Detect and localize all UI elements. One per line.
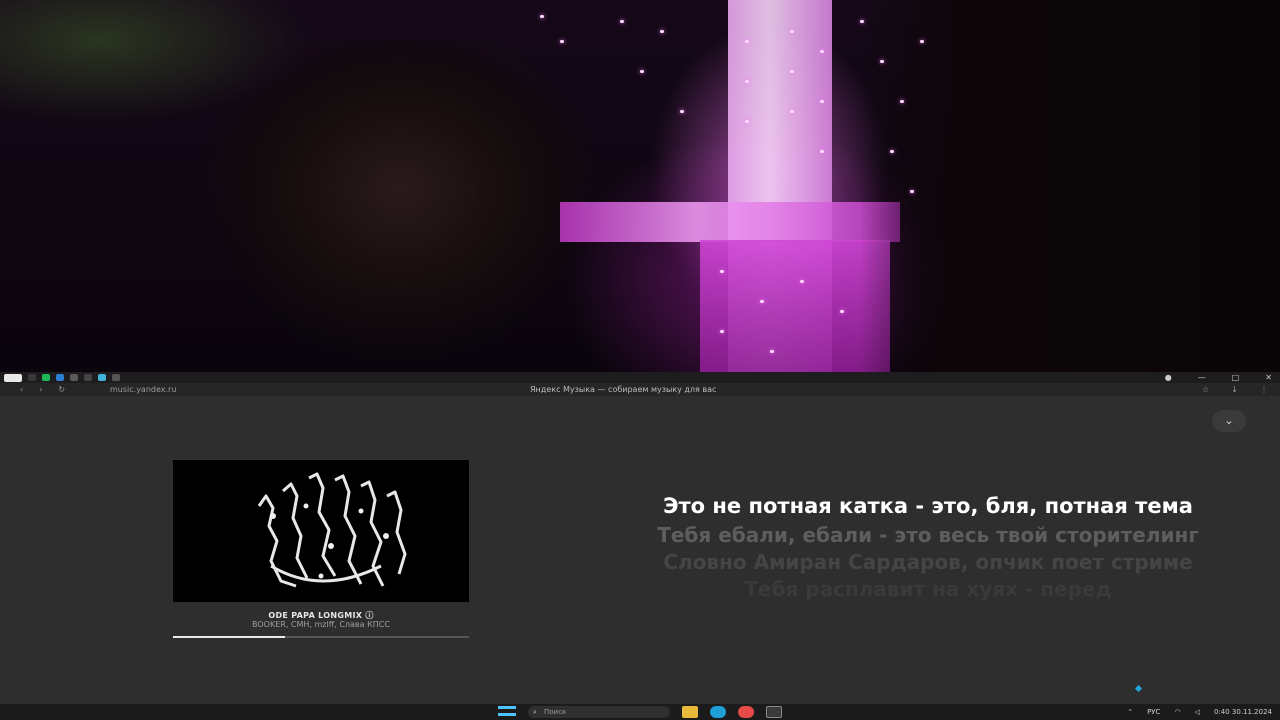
collapse-player-button[interactable]: ⌄ bbox=[1212, 410, 1246, 432]
downloads-icon[interactable]: ↓ bbox=[1231, 385, 1238, 394]
browser-addressbar: ‹ › ↻ music.yandex.ru Яндекс Музыка — со… bbox=[0, 383, 1280, 396]
system-tray: ⌃ РУС ◠ ◁ 0:40 30.11.2024 bbox=[1127, 706, 1272, 718]
tab-favicon[interactable] bbox=[56, 374, 64, 381]
tab-strip-icon[interactable] bbox=[4, 373, 22, 382]
file-explorer-icon[interactable] bbox=[682, 706, 698, 718]
maximize-icon[interactable]: □ bbox=[1232, 373, 1240, 382]
close-icon[interactable]: ✕ bbox=[1265, 373, 1272, 382]
taskbar-apps: ⌕ Поиск bbox=[498, 706, 782, 718]
window-controls: ● — □ ✕ bbox=[1165, 373, 1272, 382]
url-field[interactable]: music.yandex.ru bbox=[110, 385, 530, 394]
page-title: Яндекс Музыка — собираем музыку для вас bbox=[530, 385, 717, 394]
search-icon: ⌕ bbox=[533, 708, 537, 716]
yandex-browser-icon[interactable] bbox=[738, 706, 754, 718]
tab-favicon[interactable] bbox=[28, 374, 36, 381]
bookmark-icon[interactable]: ☆ bbox=[1202, 385, 1209, 394]
string-lights bbox=[0, 0, 1280, 372]
mouse-cursor bbox=[1134, 684, 1143, 693]
lyrics-panel: Это не потная катка - это, бля, потная т… bbox=[620, 494, 1236, 605]
info-icon[interactable]: ⓘ bbox=[365, 611, 373, 620]
tab-favicon[interactable] bbox=[98, 374, 106, 381]
edge-icon[interactable] bbox=[710, 706, 726, 718]
tab-favicon[interactable] bbox=[42, 374, 50, 381]
lyric-line[interactable]: Тебя расплавит на хуях - перед bbox=[620, 578, 1236, 601]
new-tab-icon[interactable] bbox=[112, 374, 120, 381]
chevron-down-icon: ⌄ bbox=[1224, 414, 1234, 427]
cover-art bbox=[257, 472, 407, 588]
wifi-icon[interactable]: ◠ bbox=[1174, 706, 1180, 718]
tab-favicon[interactable] bbox=[84, 374, 92, 381]
obs-icon[interactable] bbox=[766, 706, 782, 718]
lyric-line[interactable]: Словно Амиран Сардаров, опчик поет стрим… bbox=[620, 551, 1236, 574]
tab-favicon[interactable] bbox=[70, 374, 78, 381]
language-indicator[interactable]: РУС bbox=[1147, 706, 1160, 718]
extensions-icon[interactable]: ⋮ bbox=[1260, 385, 1268, 394]
music-player-page: ⌄ ODE PAPA LONGMIX ⓘ BOOKER, CMH, mzlff,… bbox=[0, 396, 1280, 704]
forward-icon[interactable]: › bbox=[39, 385, 42, 394]
search-placeholder: Поиск bbox=[544, 708, 567, 716]
clock[interactable]: 0:40 30.11.2024 bbox=[1214, 706, 1272, 718]
back-icon[interactable]: ‹ bbox=[20, 385, 23, 394]
windows-taskbar: ⌕ Поиск ⌃ РУС ◠ ◁ 0:40 30.11.2024 bbox=[0, 704, 1280, 720]
track-progress-bar[interactable] bbox=[173, 636, 469, 638]
album-cover bbox=[173, 460, 469, 602]
nav-buttons: ‹ › ↻ bbox=[0, 385, 110, 394]
browser-tabbar: ● — □ ✕ bbox=[0, 372, 1280, 383]
tray-overflow-icon[interactable]: ⌃ bbox=[1127, 706, 1133, 718]
volume-icon[interactable]: ◁ bbox=[1195, 706, 1200, 718]
minimize-icon[interactable]: — bbox=[1198, 373, 1206, 382]
profile-icon[interactable]: ● bbox=[1165, 373, 1172, 382]
track-artists[interactable]: BOOKER, CMH, mzlff, Слава КПСС bbox=[173, 620, 469, 629]
lyric-line-active[interactable]: Это не потная катка - это, бля, потная т… bbox=[620, 494, 1236, 518]
taskbar-search[interactable]: ⌕ Поиск bbox=[528, 706, 670, 718]
webcam-overlay bbox=[0, 0, 1280, 372]
start-button[interactable] bbox=[498, 706, 516, 718]
lyric-line[interactable]: Тебя ебали, ебали - это весь твой сторит… bbox=[620, 524, 1236, 547]
track-progress-fill bbox=[173, 636, 286, 638]
reload-icon[interactable]: ↻ bbox=[58, 385, 65, 394]
addressbar-actions: ☆ ↓ ⋮ bbox=[1202, 385, 1268, 394]
